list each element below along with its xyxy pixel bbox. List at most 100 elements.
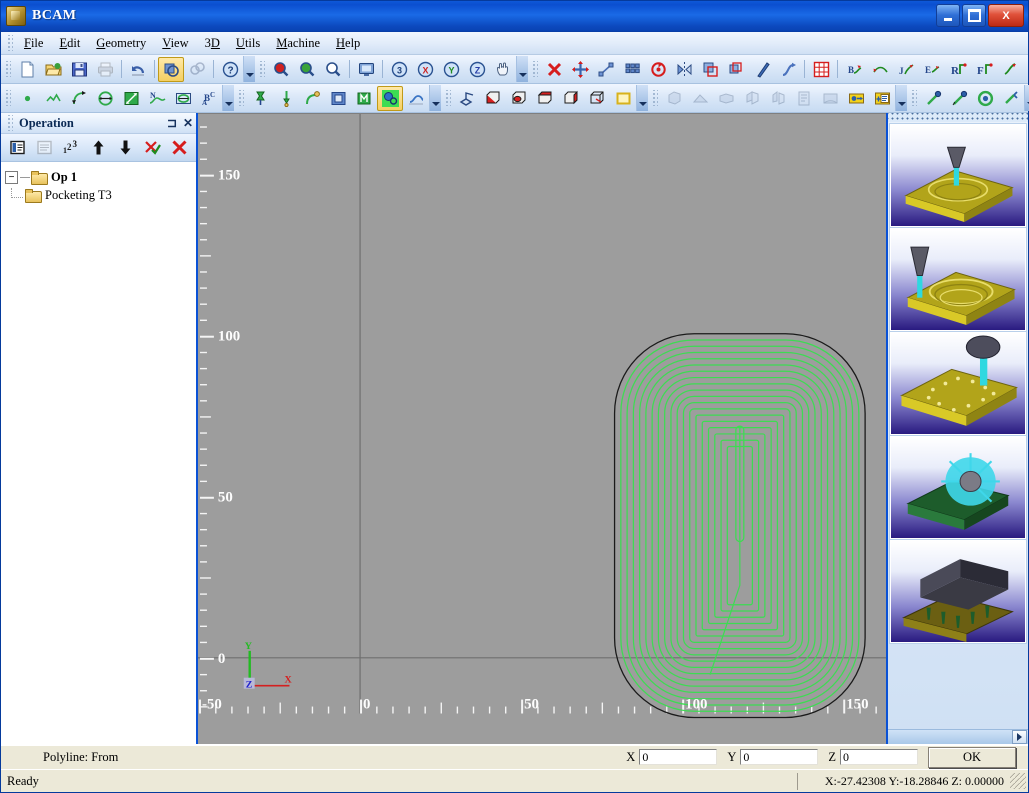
box-iso-icon[interactable] xyxy=(558,86,584,111)
sim-material-icon[interactable] xyxy=(687,86,713,111)
toolbar-simulation-overflow[interactable] xyxy=(895,85,907,111)
scroll-right-arrow-icon[interactable] xyxy=(1012,730,1027,744)
menu-help[interactable]: Help xyxy=(328,34,368,53)
list-icon[interactable] xyxy=(31,135,57,160)
stock-icon[interactable] xyxy=(454,86,480,111)
thumb-sawing-toolpath[interactable] xyxy=(890,436,1026,539)
nc-list-icon[interactable] xyxy=(869,86,895,111)
offset-icon[interactable] xyxy=(723,57,749,82)
sim-cut-icon[interactable] xyxy=(739,86,765,111)
snap-mid-icon[interactable] xyxy=(867,57,893,82)
zoom-out-icon[interactable] xyxy=(294,57,320,82)
scale-icon[interactable] xyxy=(697,57,723,82)
zoom-in-icon[interactable] xyxy=(268,57,294,82)
rectangle-icon[interactable] xyxy=(118,86,144,111)
gallery-grip[interactable] xyxy=(888,113,1028,122)
tool-drill-icon[interactable] xyxy=(946,86,972,111)
circle-icon[interactable] xyxy=(92,86,118,111)
x-input[interactable] xyxy=(639,749,717,765)
help-icon[interactable]: ? xyxy=(217,57,243,82)
undo-icon[interactable] xyxy=(125,57,151,82)
move-icon[interactable] xyxy=(567,57,593,82)
toolbar-geometry-grip[interactable] xyxy=(531,61,538,77)
toolbar-machining-grip[interactable] xyxy=(237,90,244,106)
sim-section-icon[interactable] xyxy=(765,86,791,111)
snap-end-icon[interactable]: E xyxy=(919,57,945,82)
pin-icon[interactable]: ⊐ xyxy=(164,116,180,131)
sim-view-icon[interactable] xyxy=(817,86,843,111)
open-file-icon[interactable] xyxy=(40,57,66,82)
box-select-icon[interactable] xyxy=(610,86,636,111)
view-y-icon[interactable]: Y xyxy=(438,57,464,82)
tree-node-op1[interactable]: − Op 1 xyxy=(5,168,192,186)
properties-icon[interactable] xyxy=(4,135,30,160)
link-icon[interactable] xyxy=(184,57,210,82)
menu-view[interactable]: View xyxy=(154,34,196,53)
drill-icon[interactable] xyxy=(247,86,273,111)
gallery-scrollbar[interactable] xyxy=(888,729,1028,744)
tool-endmill-icon[interactable] xyxy=(920,86,946,111)
sim-report-icon[interactable] xyxy=(791,86,817,111)
close-button[interactable]: X xyxy=(988,4,1024,27)
fit-screen-icon[interactable] xyxy=(353,57,379,82)
z-input[interactable] xyxy=(840,749,918,765)
chain-icon[interactable] xyxy=(403,86,429,111)
toolbar-standard-grip[interactable] xyxy=(4,61,11,77)
menu-3d[interactable]: 3D xyxy=(197,34,228,53)
menu-file[interactable]: File xyxy=(16,34,51,53)
zoom-window-icon[interactable] xyxy=(320,57,346,82)
snap-near-icon[interactable]: J xyxy=(893,57,919,82)
sim-solid-icon[interactable] xyxy=(661,86,687,111)
toggle-active-icon[interactable] xyxy=(139,135,165,160)
print-icon[interactable] xyxy=(92,57,118,82)
extend-icon[interactable] xyxy=(775,57,801,82)
menu-machine[interactable]: Machine xyxy=(268,34,328,53)
operation-panel-grip[interactable] xyxy=(6,115,13,131)
cad-canvas[interactable]: Y X Z 150100500-50-50050100150 xyxy=(198,114,886,733)
tool-library-icon[interactable] xyxy=(972,86,998,111)
toolbar-view-overflow[interactable] xyxy=(516,56,528,82)
profile-icon[interactable] xyxy=(299,86,325,111)
new-file-icon[interactable] xyxy=(14,57,40,82)
node-edit-icon[interactable] xyxy=(593,57,619,82)
thumb-drilling-toolpath[interactable] xyxy=(890,332,1026,435)
close-icon[interactable]: ✕ xyxy=(180,116,196,131)
toolbar-draw-overflow[interactable] xyxy=(222,85,234,111)
ellipse-icon[interactable] xyxy=(170,86,196,111)
box-side-icon[interactable] xyxy=(532,86,558,111)
tap-icon[interactable] xyxy=(273,86,299,111)
box-wire-icon[interactable] xyxy=(584,86,610,111)
move-down-icon[interactable] xyxy=(112,135,138,160)
view-z-icon[interactable]: Z xyxy=(464,57,490,82)
thumb-profile-toolpath[interactable] xyxy=(890,228,1026,331)
polyline-icon[interactable] xyxy=(40,86,66,111)
menu-edit[interactable]: Edit xyxy=(51,34,88,53)
array-icon[interactable] xyxy=(619,57,645,82)
resize-grip[interactable] xyxy=(1010,773,1026,789)
menu-utils[interactable]: Utils xyxy=(228,34,268,53)
pocket-icon[interactable] xyxy=(325,86,351,111)
move-up-icon[interactable] xyxy=(85,135,111,160)
cad-viewport[interactable]: Y X Z 150100500-50-50050100150 xyxy=(198,113,886,744)
toolbar-standard-overflow[interactable] xyxy=(243,56,255,82)
thumb-engraving-toolpath[interactable] xyxy=(890,540,1026,643)
select-shape-icon[interactable] xyxy=(158,57,184,82)
expander-icon[interactable]: − xyxy=(5,171,18,184)
surface-icon[interactable] xyxy=(377,86,403,111)
menu-geometry[interactable]: Geometry xyxy=(88,34,154,53)
y-input[interactable] xyxy=(740,749,818,765)
snap-intersect-icon[interactable] xyxy=(997,57,1023,82)
pan-hand-icon[interactable] xyxy=(490,57,516,82)
renumber-icon[interactable]: 123 xyxy=(58,135,84,160)
delete-cross-icon[interactable] xyxy=(541,57,567,82)
view-x-icon[interactable]: X xyxy=(412,57,438,82)
arc-icon[interactable] xyxy=(66,86,92,111)
snap-r-icon[interactable]: R xyxy=(945,57,971,82)
toolbar-solids-grip[interactable] xyxy=(444,90,451,106)
tool-probe-icon[interactable] xyxy=(998,86,1024,111)
post-process-icon[interactable] xyxy=(843,86,869,111)
rotate-icon[interactable] xyxy=(645,57,671,82)
toolbar-tools-grip[interactable] xyxy=(910,90,917,106)
toolbar-simulation-grip[interactable] xyxy=(651,90,658,106)
spline-icon[interactable]: N xyxy=(144,86,170,111)
